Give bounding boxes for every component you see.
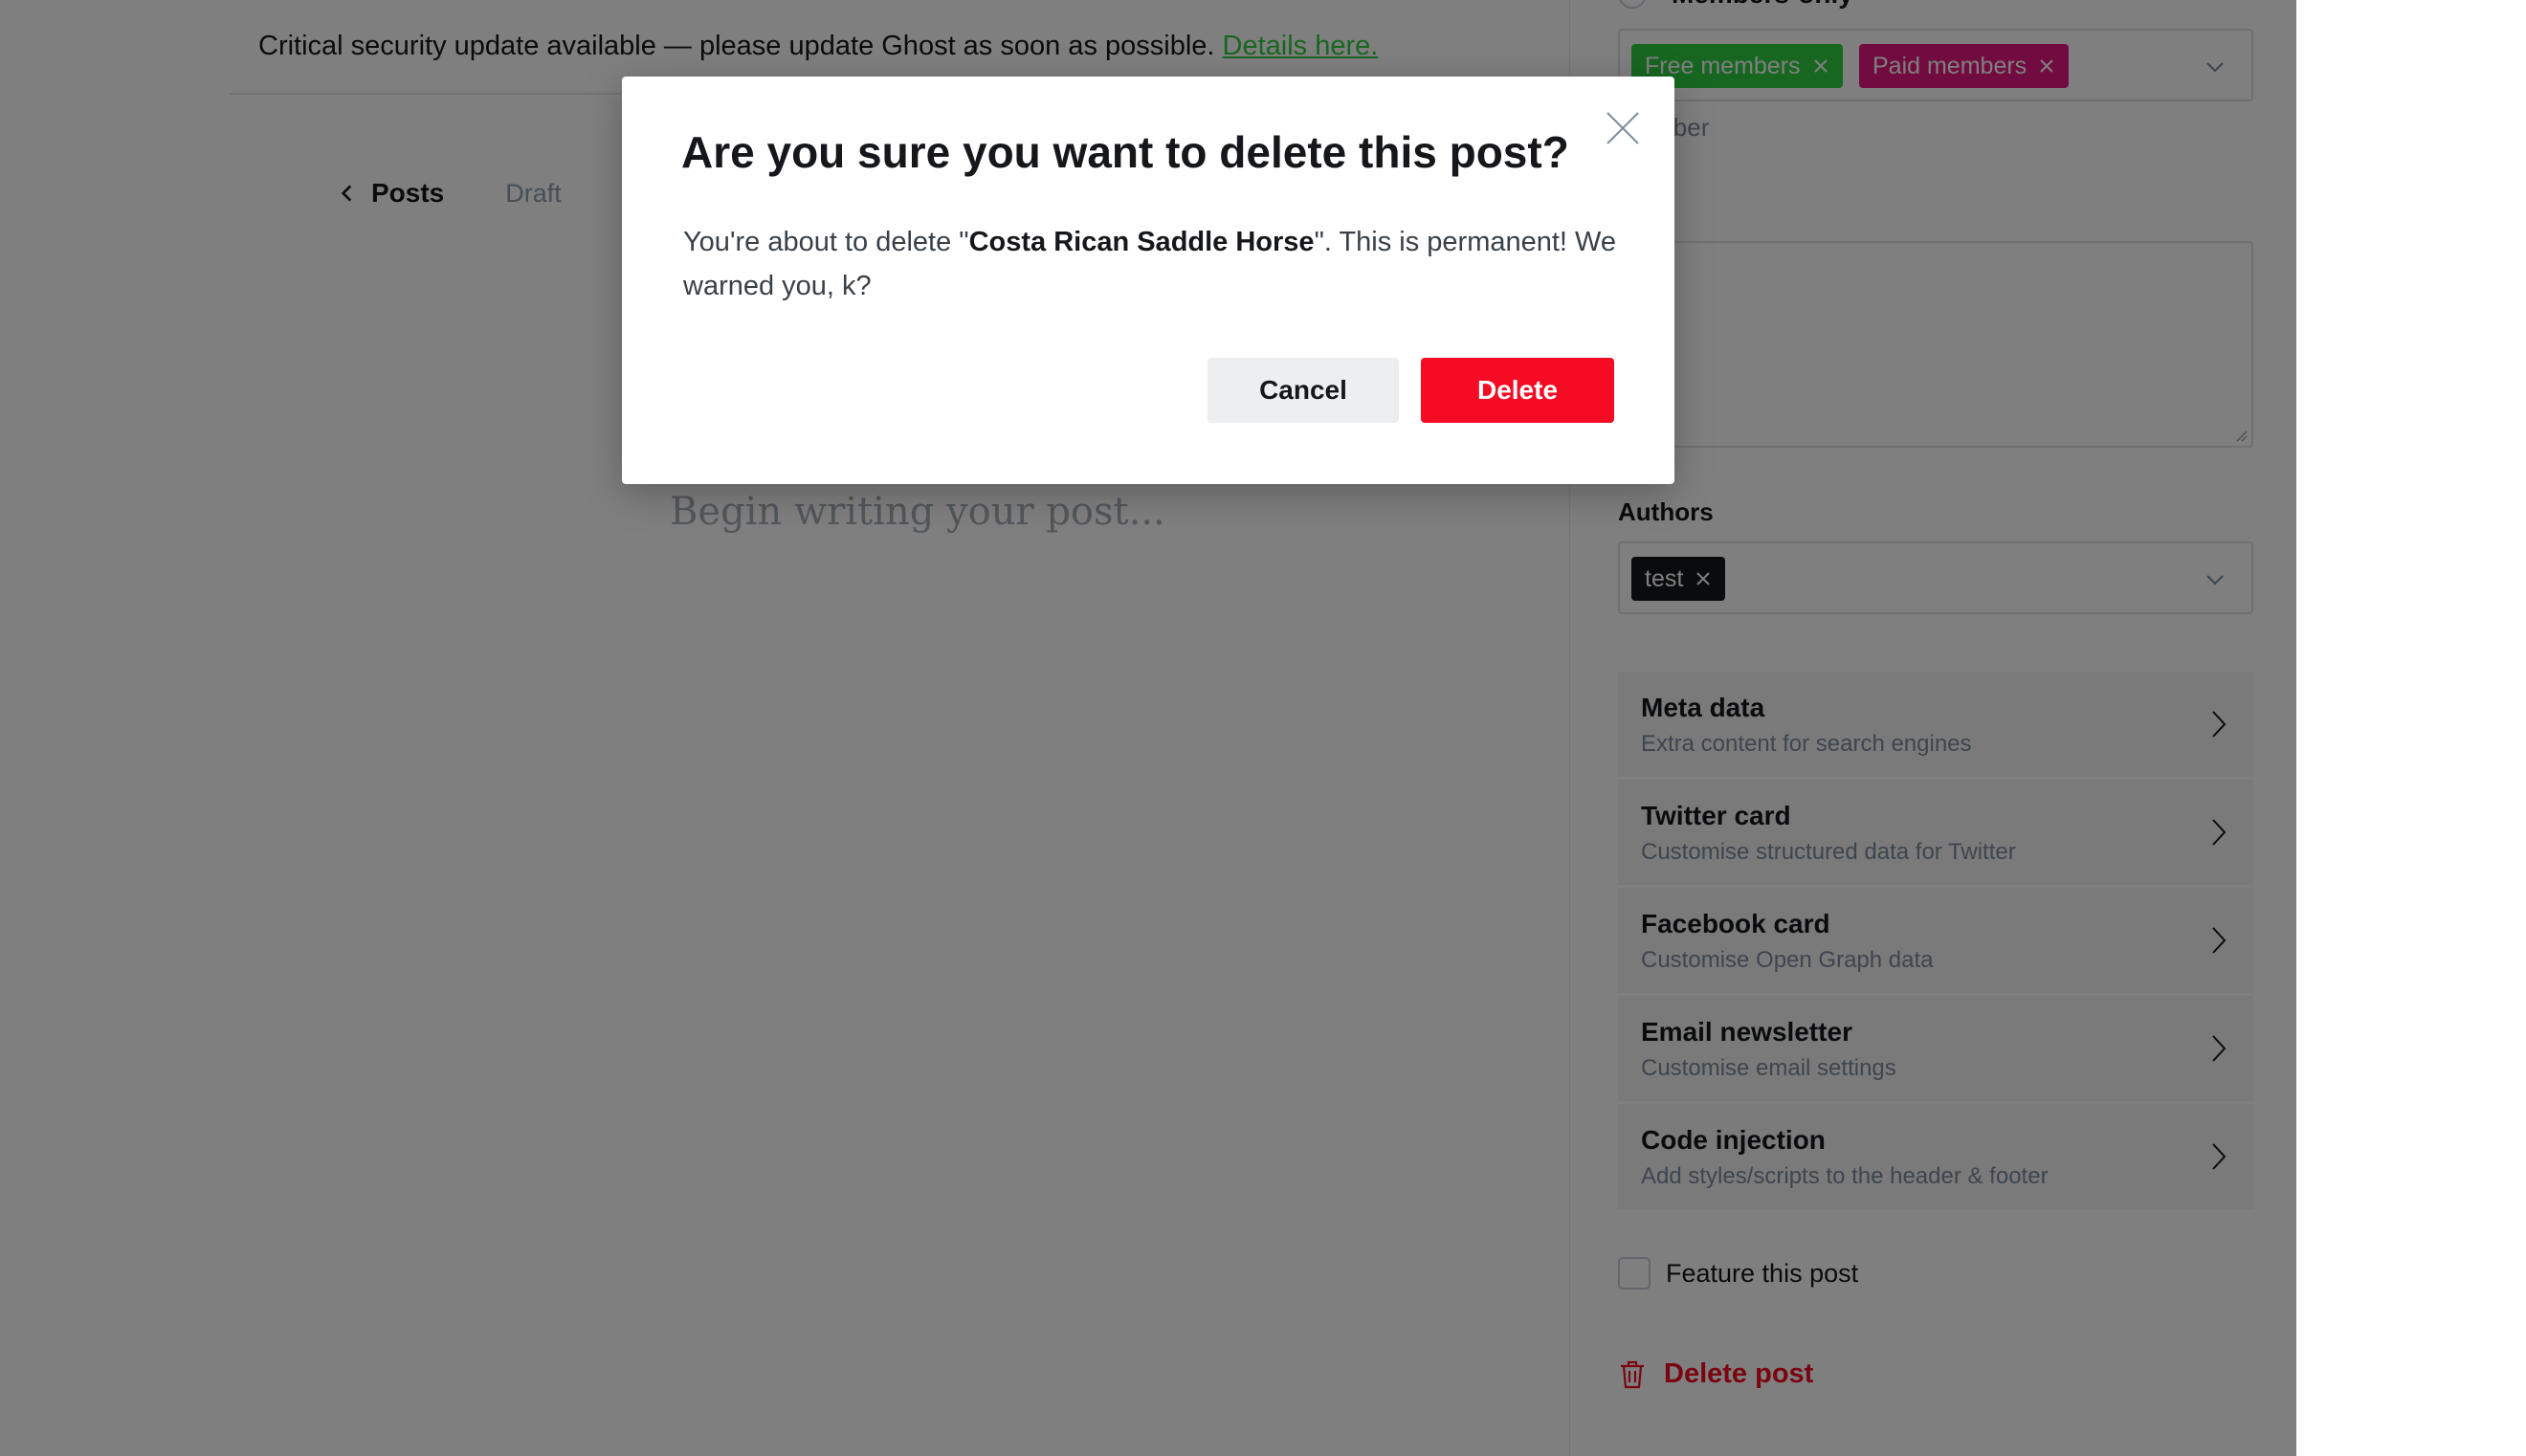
modal-message-prefix: You're about to delete ": [683, 227, 969, 257]
close-icon[interactable]: [1604, 109, 1642, 147]
modal-message: You're about to delete "Costa Rican Sadd…: [683, 220, 1630, 308]
modal-post-title: Costa Rican Saddle Horse: [968, 227, 1315, 257]
modal-title: Are you sure you want to delete this pos…: [681, 127, 1569, 177]
right-blank-area: [2296, 0, 2526, 1456]
delete-post-modal: Are you sure you want to delete this pos…: [622, 77, 1674, 484]
confirm-delete-button[interactable]: Delete: [1421, 358, 1614, 423]
cancel-button[interactable]: Cancel: [1208, 358, 1399, 423]
